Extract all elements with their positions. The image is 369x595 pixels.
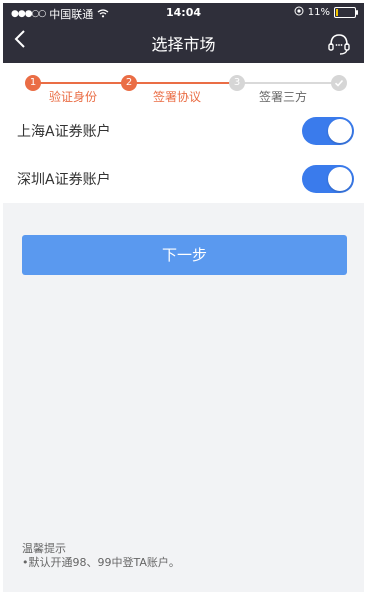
status-bar: ●●●○○ 中国联通 14:04 11% (3, 3, 364, 23)
account-row-shenzhen: 深圳A证券账户 (3, 155, 364, 203)
tips-text: •默认开通98、99中登TA账户。 (22, 556, 180, 569)
tips-section: 温馨提示 •默认开通98、99中登TA账户。 (22, 542, 180, 570)
step-1-label: 验证身份 (49, 90, 98, 104)
account-label: 上海A证券账户 (17, 124, 111, 140)
page-title: 选择市场 (151, 35, 216, 54)
account-label: 深圳A证券账户 (17, 172, 111, 188)
app-frame: ●●●○○ 中国联通 14:04 11% 选择市场 1 2 3 验证身份 签署协… (3, 3, 364, 592)
account-toggle-shanghai[interactable] (302, 117, 354, 145)
battery-fill (336, 9, 338, 16)
step-track-2 (127, 82, 237, 84)
step-2-label: 签署协议 (153, 90, 202, 104)
step-track-3 (237, 82, 337, 84)
step-1-dot: 1 (25, 75, 41, 91)
battery-icon (334, 7, 358, 18)
step-2-dot: 2 (121, 75, 137, 91)
next-step-button[interactable]: 下一步 (22, 235, 347, 275)
step-3-label: 签署三方 (259, 90, 308, 104)
account-toggle-shenzhen[interactable] (302, 165, 354, 193)
status-right: 11% (294, 6, 358, 19)
step-final-check-icon (331, 75, 347, 91)
battery-percent: 11% (307, 7, 330, 18)
step-3-dot: 3 (229, 75, 245, 91)
toggle-knob (328, 119, 352, 143)
step-track-1 (31, 82, 127, 84)
toggle-knob (328, 167, 352, 191)
progress-steps: 1 2 3 验证身份 签署协议 签署三方 (3, 63, 364, 107)
tips-title: 温馨提示 (22, 542, 66, 555)
customer-service-icon[interactable] (326, 31, 352, 57)
orientation-lock-icon (294, 6, 304, 19)
header: ●●●○○ 中国联通 14:04 11% 选择市场 (3, 3, 364, 63)
nav-bar: 选择市场 (3, 23, 364, 63)
account-row-shanghai: 上海A证券账户 (3, 107, 364, 156)
